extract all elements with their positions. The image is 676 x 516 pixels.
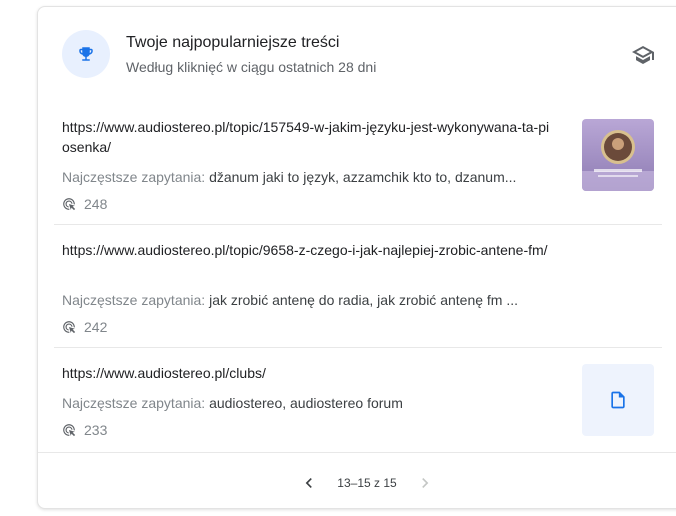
item-queries: Najczęstsze zapytania: audiostereo, audi… <box>62 393 554 413</box>
item-thumbnail-placeholder <box>582 364 654 436</box>
list-item[interactable]: https://www.audiostereo.pl/topic/9658-z-… <box>54 240 662 338</box>
item-url[interactable]: https://www.audiostereo.pl/clubs/ <box>62 363 554 383</box>
click-icon <box>63 321 76 334</box>
previous-page-button[interactable] <box>297 471 321 495</box>
item-queries: Najczęstsze zapytania: džanum jaki to ję… <box>62 167 554 187</box>
queries-label: Najczęstsze zapytania: <box>62 292 206 308</box>
item-thumbnail <box>582 119 654 191</box>
trophy-icon-badge <box>62 30 110 78</box>
list-item[interactable]: https://www.audiostereo.pl/clubs/ Najczę… <box>54 363 662 447</box>
clicks-count: 242 <box>84 319 108 335</box>
pagination-range: 13–15 z 15 <box>337 476 397 490</box>
queries-label: Najczęstsze zapytania: <box>62 395 206 411</box>
footer-divider <box>38 452 676 453</box>
clicks-count: 233 <box>84 422 108 438</box>
card-subtitle: Według kliknięć w ciągu ostatnich 28 dni <box>126 59 377 75</box>
list-item[interactable]: https://www.audiostereo.pl/topic/157549-… <box>54 117 662 215</box>
click-icon <box>63 424 76 437</box>
item-clicks: 233 <box>62 422 107 438</box>
item-url[interactable]: https://www.audiostereo.pl/topic/9658-z-… <box>62 240 554 260</box>
top-content-card: Twoje najpopularniejsze treści Według kl… <box>37 6 676 509</box>
item-divider <box>54 224 662 225</box>
chevron-left-icon <box>305 478 313 488</box>
card-title: Twoje najpopularniejsze treści <box>126 34 340 51</box>
item-clicks: 248 <box>62 196 107 212</box>
next-page-button[interactable] <box>413 471 437 495</box>
chevron-right-icon <box>421 478 429 488</box>
queries-label: Najczęstsze zapytania: <box>62 169 206 185</box>
queries-text: audiostereo, audiostereo forum <box>205 395 403 411</box>
graduation-cap-icon[interactable] <box>631 43 655 72</box>
trophy-icon <box>79 47 93 61</box>
queries-text: džanum jaki to język, azzamchik kto to, … <box>205 169 517 185</box>
item-clicks: 242 <box>62 319 107 335</box>
queries-text: jak zrobić antenę do radia, jak zrobić a… <box>205 292 519 308</box>
clicks-count: 248 <box>84 196 108 212</box>
click-icon <box>63 198 76 211</box>
item-divider <box>54 347 662 348</box>
document-icon <box>611 391 625 409</box>
item-url[interactable]: https://www.audiostereo.pl/topic/157549-… <box>62 117 554 157</box>
item-queries: Najczęstsze zapytania: jak zrobić antenę… <box>62 290 554 310</box>
pagination: 13–15 z 15 <box>38 471 676 495</box>
